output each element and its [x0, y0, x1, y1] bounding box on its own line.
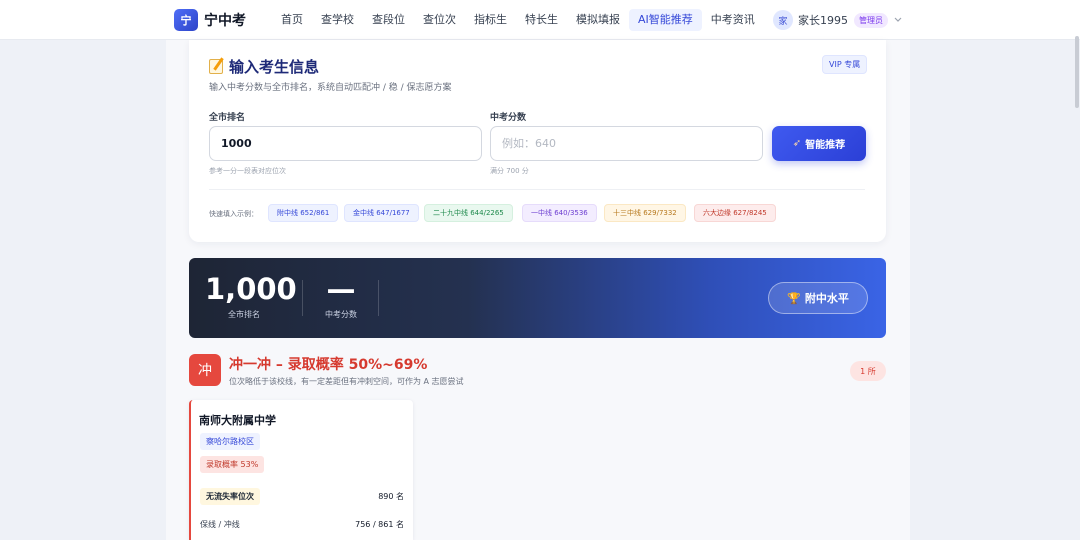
- section-subtitle: 位次略低于该校线，有一定差距但有冲刺空间，可作为 A 志愿尝试: [229, 377, 464, 386]
- nav-item-news[interactable]: 中考资讯: [702, 9, 764, 31]
- vip-badge: VIP 专属: [822, 55, 868, 74]
- rank-hint: 参考一分一段表对应位次: [209, 167, 286, 175]
- memo-icon: [209, 59, 223, 74]
- score-display: —: [326, 272, 356, 306]
- score-caption: 中考分数: [325, 310, 357, 319]
- stat-label: 保线 / 冲线: [200, 520, 240, 529]
- score-hint: 满分 700 分: [490, 167, 529, 175]
- role-badge: 管理员: [854, 12, 888, 28]
- chevron-down-icon: [894, 16, 902, 25]
- example-chip[interactable]: 十三中线 629/7332: [604, 204, 686, 222]
- school-name: 南师大附属中学: [199, 414, 276, 427]
- nav-item-simulate[interactable]: 模拟填报: [567, 9, 629, 31]
- logo-mark: 宁: [174, 9, 198, 31]
- user-name: 家长1995: [798, 14, 848, 27]
- example-chip[interactable]: 一中线 640/3536: [522, 204, 597, 222]
- avatar: 家: [773, 10, 793, 30]
- divider: [209, 189, 865, 190]
- rocket-icon: ➶: [792, 138, 802, 149]
- form-subtitle: 输入中考分数与全市排名，系统自动匹配冲 / 稳 / 保志愿方案: [209, 83, 452, 93]
- brand-logo[interactable]: 宁 宁中考: [174, 9, 246, 31]
- nav-item-tier[interactable]: 查段位: [363, 9, 414, 31]
- reach-icon: 冲: [189, 354, 221, 386]
- score-label: 中考分数: [490, 113, 527, 123]
- nav-item-talent[interactable]: 特长生: [516, 9, 567, 31]
- level-label: 附中水平: [804, 292, 849, 305]
- nav-item-home[interactable]: 首页: [272, 9, 312, 31]
- quick-fill-label: 快速填入示例：: [209, 210, 258, 218]
- nav-item-quota[interactable]: 指标生: [465, 9, 516, 31]
- example-chip[interactable]: 附中线 652/861: [268, 204, 339, 222]
- ai-recommend-label: 智能推荐: [805, 140, 846, 151]
- user-menu[interactable]: 家 家长1995 管理员: [773, 10, 902, 30]
- nav-item-school[interactable]: 查学校: [312, 9, 363, 31]
- example-chip[interactable]: 二十九中线 644/2265: [424, 204, 513, 222]
- level-badge-button[interactable]: 🏆 附中水平: [768, 282, 868, 314]
- brand-name: 宁中考: [204, 13, 246, 29]
- divider: [302, 280, 303, 316]
- rank-caption: 全市排名: [228, 310, 260, 319]
- example-chip[interactable]: 金中线 647/1677: [344, 204, 419, 222]
- rank-display: 1,000: [205, 272, 297, 306]
- scrollbar[interactable]: [1075, 36, 1079, 108]
- nav-item-ai-recommend[interactable]: AI智能推荐: [629, 9, 702, 31]
- count-badge: 1 所: [850, 361, 886, 381]
- top-nav-bar: 宁 宁中考 首页 查学校 查段位 查位次 指标生 特长生 模拟填报 AI智能推荐…: [0, 0, 1080, 40]
- trophy-icon: 🏆: [787, 291, 801, 305]
- campus-tag: 察哈尔路校区: [200, 433, 260, 450]
- form-title: 输入考生信息: [209, 56, 319, 77]
- stat-label: 无流失率位次: [200, 488, 260, 505]
- score-input[interactable]: [490, 126, 763, 161]
- probability-tag: 录取概率 53%: [200, 456, 265, 473]
- rank-label: 全市排名: [209, 113, 246, 123]
- main-nav: 首页 查学校 查段位 查位次 指标生 特长生 模拟填报 AI智能推荐 中考资讯: [272, 9, 764, 31]
- example-chip[interactable]: 六大边缘 627/8245: [694, 204, 776, 222]
- stat-value: 890 名: [378, 492, 404, 501]
- rank-input[interactable]: [209, 126, 482, 161]
- ai-recommend-button[interactable]: ➶ 智能推荐: [772, 126, 866, 161]
- divider: [378, 280, 379, 316]
- section-title: 冲一冲 – 录取概率 50%~69%: [229, 357, 428, 373]
- nav-item-rank[interactable]: 查位次: [414, 9, 465, 31]
- stat-value: 756 / 861 名: [355, 520, 404, 529]
- form-title-text: 输入考生信息: [229, 58, 320, 76]
